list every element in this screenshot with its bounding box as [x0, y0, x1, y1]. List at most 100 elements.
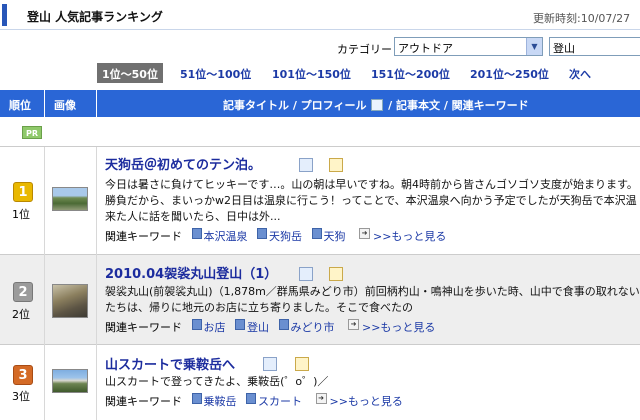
page-link-201-250[interactable]: 201位〜250位 [470, 66, 549, 82]
keyword-text[interactable]: 天狗岳 [269, 230, 302, 243]
more-text[interactable]: >>もっと見る [330, 395, 403, 408]
table-row: 1 1位 天狗岳＠初めてのテン泊。 今日は暑さに負けてヒッキーです…。山の朝は早… [0, 147, 640, 255]
header-divider [44, 90, 45, 117]
keyword-icon [278, 319, 289, 330]
keyword-link[interactable]: スカート [246, 393, 302, 409]
profile-icon[interactable] [299, 267, 313, 281]
title-accent [2, 4, 7, 26]
related-keywords-label: 関連キーワード [105, 395, 182, 408]
article-excerpt: 山スカートで登ってきたよ、乗鞍岳(゜o゜)／ [105, 374, 328, 390]
rank-3-icon: 3 [13, 365, 33, 385]
keyword-text[interactable]: みどり市 [291, 321, 335, 334]
arrow-right-icon: ➜ [359, 228, 370, 239]
article-icon[interactable] [329, 158, 343, 172]
keyword-icon [235, 319, 245, 330]
excerpt-line: 袈裟丸山(前袈裟丸山)（1,878m／群馬県みどり市）前回柄杓山・鳴神山を歩いた… [105, 285, 640, 298]
excerpt-line: たちは、帰りに地元のお店に立ち寄りました。そこで食べたの [105, 301, 413, 314]
excerpt-line: 山スカートで登ってきたよ、乗鞍岳(゜o゜)／ [105, 375, 329, 388]
article-title-link[interactable]: 天狗岳＠初めてのテン泊。 [105, 154, 261, 173]
category-selected-value: アウトドア [398, 42, 453, 55]
excerpt-line: 勝負だから、まいっかw2日目は温泉に行こう！ってことで、本沢温泉へ向かう予定でし… [105, 194, 637, 207]
next-page-link[interactable]: 次へ [569, 66, 591, 82]
header-image: 画像 [54, 99, 76, 112]
more-link[interactable]: ➜ >>もっと見る [348, 319, 435, 335]
rank-text: 3位 [12, 390, 30, 403]
rank-text: 1位 [12, 208, 30, 221]
pr-badge: PR [22, 126, 42, 139]
page-link-101-150[interactable]: 101位〜150位 [272, 66, 351, 82]
updated-time: 更新時刻:10/07/27 [533, 12, 631, 25]
related-keywords: 関連キーワード 本沢温泉 天狗岳 天狗 ➜ >>もっと見る [105, 228, 446, 244]
keyword-icon [191, 228, 202, 239]
chevron-down-icon[interactable]: ▼ [526, 38, 542, 55]
column-divider [44, 345, 45, 420]
page-link-51-100[interactable]: 51位〜100位 [180, 66, 251, 82]
keyword-link[interactable]: 天狗岳 [257, 228, 302, 244]
category-label: カテゴリー [337, 43, 392, 56]
more-text[interactable]: >>もっと見る [362, 321, 435, 334]
column-divider [96, 345, 97, 420]
keyword-icon [246, 393, 256, 404]
page-link-1-50[interactable]: 1位〜50位 [97, 63, 163, 83]
profile-icon[interactable] [299, 158, 313, 172]
keyword-text[interactable]: 乗鞍岳 [204, 395, 237, 408]
column-divider [44, 147, 45, 255]
article-excerpt: 今日は暑さに負けてヒッキーです…。山の朝は早いですね。朝4時前から皆さんゴソゴソ… [105, 177, 638, 225]
article-title-link[interactable]: 山スカートで乗鞍岳へ [105, 354, 235, 373]
article-title-link[interactable]: 2010.04袈裟丸山登山（1） [105, 263, 277, 282]
more-link[interactable]: ➜ >>もっと見る [315, 393, 403, 409]
keyword-icon [311, 228, 322, 239]
header-body-keywords: / 記事本文 / 関連キーワード [388, 99, 529, 112]
article-excerpt: 袈裟丸山(前袈裟丸山)（1,878m／群馬県みどり市）前回柄杓山・鳴神山を歩いた… [105, 284, 640, 316]
column-divider [96, 255, 97, 345]
page-link-151-200[interactable]: 151位〜200位 [371, 66, 450, 82]
pagination: 1位〜50位 51位〜100位 101位〜150位 151位〜200位 201位… [0, 63, 640, 83]
table-header: 順位 画像 記事タイトル / プロフィール / 記事本文 / 関連キーワード [0, 90, 640, 117]
more-link[interactable]: ➜ >>もっと見る [359, 228, 446, 244]
keyword-link[interactable]: お店 [191, 319, 226, 335]
more-text[interactable]: >>もっと見る [373, 230, 446, 243]
keyword-text[interactable]: スカート [258, 395, 302, 408]
keyword-icon [257, 228, 267, 239]
related-keywords-label: 関連キーワード [105, 230, 182, 243]
arrow-right-icon: ➜ [315, 393, 327, 404]
article-icon[interactable] [329, 267, 343, 281]
rank-2-icon: 2 [13, 282, 33, 302]
related-keywords: 関連キーワード お店 登山 みどり市 ➜ >>もっと見る [105, 319, 435, 335]
keyword-link[interactable]: 登山 [235, 319, 269, 335]
header-divider [96, 90, 97, 117]
table-row: 3 3位 山スカートで乗鞍岳へ 山スカートで登ってきたよ、乗鞍岳(゜o゜)／ 関… [0, 345, 640, 420]
header-columns: 記事タイトル / プロフィール / 記事本文 / 関連キーワード [223, 97, 529, 113]
rank-1-icon: 1 [13, 182, 33, 202]
title-bar: 登山 人気記事ランキング 更新時刻:10/07/27 [0, 0, 640, 30]
profile-icon[interactable] [263, 357, 277, 371]
rank-text: 2位 [12, 308, 30, 321]
arrow-right-icon: ➜ [348, 319, 359, 330]
header-title-profile: 記事タイトル / プロフィール [223, 99, 367, 112]
profile-icon [371, 99, 384, 111]
page-title: 登山 人気記事ランキング [27, 10, 163, 24]
keyword-link[interactable]: 本沢温泉 [191, 228, 248, 244]
excerpt-line: 来た人に話を聞いたら、日中は外... [105, 210, 281, 223]
keyword-input[interactable]: 登山 [549, 37, 640, 56]
keyword-icon [191, 319, 202, 330]
category-select[interactable]: アウトドア ▼ [394, 37, 543, 56]
excerpt-line: 今日は暑さに負けてヒッキーです…。山の朝は早いですね。朝4時前から皆さんゴソゴソ… [105, 178, 638, 191]
keyword-text[interactable]: 天狗 [324, 230, 346, 243]
column-divider [96, 147, 97, 255]
keyword-text[interactable]: 登山 [247, 321, 269, 334]
header-rank: 順位 [9, 99, 31, 112]
column-divider [44, 255, 45, 345]
article-thumbnail[interactable] [52, 187, 88, 211]
keyword-link[interactable]: 天狗 [311, 228, 346, 244]
article-icon[interactable] [295, 357, 309, 371]
keyword-icon [191, 393, 202, 404]
article-thumbnail[interactable] [52, 284, 88, 318]
filter-row: カテゴリー アウトドア ▼ 登山 [0, 37, 640, 57]
related-keywords-label: 関連キーワード [105, 321, 182, 334]
keyword-text[interactable]: 本沢温泉 [204, 230, 248, 243]
keyword-link[interactable]: 乗鞍岳 [191, 393, 237, 409]
article-thumbnail[interactable] [52, 369, 88, 393]
keyword-text[interactable]: お店 [204, 321, 226, 334]
keyword-link[interactable]: みどり市 [278, 319, 335, 335]
